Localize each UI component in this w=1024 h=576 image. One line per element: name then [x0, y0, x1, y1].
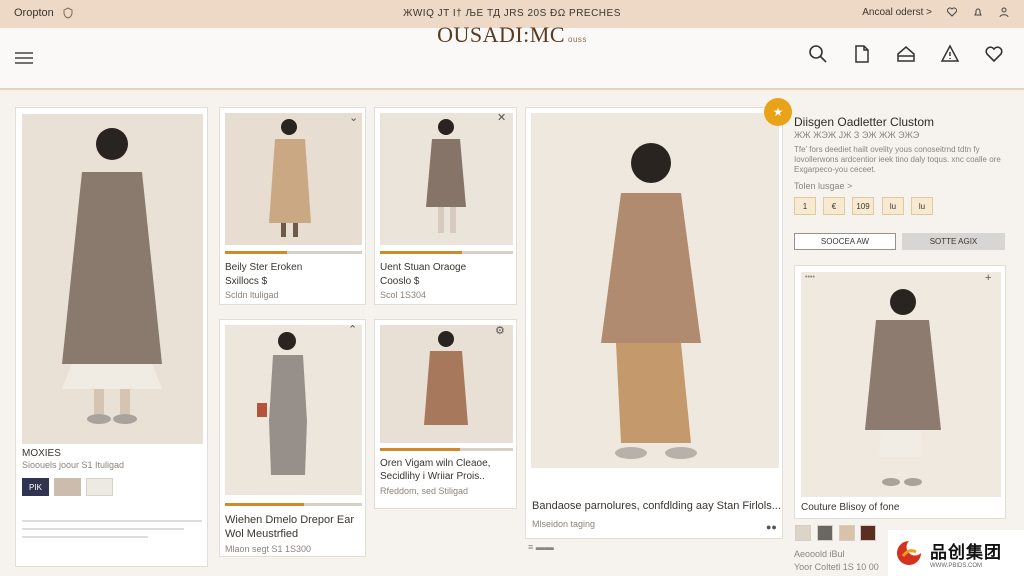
- featured-title[interactable]: Bandaose parnolures, confdlding aay Stan…: [532, 500, 781, 512]
- progress-bar: [380, 448, 513, 451]
- size-guide-link[interactable]: Tolen lusgae >: [794, 181, 852, 191]
- color-swatch[interactable]: [817, 525, 833, 541]
- product-status: Scol 1S304: [380, 290, 427, 300]
- image-tag: ••••: [805, 274, 815, 281]
- product-image[interactable]: [225, 113, 362, 245]
- watermark-icon: [897, 541, 921, 565]
- watermark-text: 品创集团: [930, 542, 1002, 562]
- product-title[interactable]: Oren Vigam wiln Cleaoe,: [380, 458, 490, 469]
- progress-bar: [380, 251, 513, 254]
- product-card[interactable]: ⌄ Beily Ster Eroken Sxillocs $ Scldn ltu…: [219, 107, 366, 305]
- close-icon[interactable]: ✕: [497, 111, 506, 124]
- product-subtitle: Sioouels joour S1 Ituligad: [22, 460, 125, 470]
- heart-icon[interactable]: [984, 44, 1004, 64]
- add-to-cart-button[interactable]: SOOCEA AW: [794, 233, 896, 250]
- detail-desc-2: Iovollerwons ardcentior ieek tino daly t…: [794, 155, 1001, 164]
- product-title[interactable]: MOXIES: [22, 448, 61, 459]
- more-icon[interactable]: ●●: [766, 522, 777, 532]
- progress-fill: [225, 503, 305, 506]
- featured-meta: ≡ ▬▬: [528, 542, 554, 552]
- product-image[interactable]: [380, 325, 513, 443]
- swatch-option[interactable]: [54, 478, 81, 496]
- product-price: Cooslo $: [380, 276, 420, 287]
- footer-line-2: Yoor Coltetl 1S 10 00: [794, 562, 879, 572]
- product-card[interactable]: MOXIES Sioouels joour S1 Ituligad PIK: [15, 107, 208, 567]
- detail-title: Diisgen Oadletter Clustom: [794, 115, 935, 129]
- featured-product-card[interactable]: Bandaose parnolures, confdlding aay Stan…: [525, 107, 783, 539]
- plus-icon[interactable]: +: [985, 272, 991, 284]
- related-product-card[interactable]: + •••• Couture Blisoy of fone: [794, 265, 1006, 519]
- bell-icon[interactable]: [972, 6, 984, 18]
- product-title[interactable]: Beily Ster Eroken: [225, 262, 302, 273]
- watermark-logo: 品创集团 WWW.PBIDS.COM: [888, 530, 1024, 576]
- product-status: Rfeddom, sed Stiligad: [380, 486, 469, 496]
- product-price: Mlaon segt S1 1S300: [225, 544, 312, 554]
- product-image[interactable]: [22, 114, 203, 444]
- search-icon[interactable]: [808, 44, 828, 64]
- product-description: [22, 514, 202, 558]
- product-title[interactable]: Wiehen Dmelo Drepor Ear: [225, 514, 354, 526]
- progress-fill: [380, 448, 460, 451]
- size-option[interactable]: €: [823, 197, 845, 215]
- color-swatch[interactable]: [795, 525, 811, 541]
- user-icon[interactable]: [998, 6, 1010, 18]
- size-option[interactable]: lu: [882, 197, 904, 215]
- featured-product-image[interactable]: [531, 113, 779, 468]
- detail-desc-3: Exgarpeco-you ceceet.: [794, 165, 876, 174]
- progress-fill: [380, 251, 463, 254]
- menu-icon[interactable]: [14, 50, 34, 66]
- footer-line-1: Aeooold iBul: [794, 549, 845, 559]
- size-option[interactable]: 109: [852, 197, 874, 215]
- favorite-badge[interactable]: ★: [764, 98, 792, 126]
- chevron-down-icon[interactable]: ⌄: [349, 111, 358, 124]
- product-status: Scldn ltuligad: [225, 290, 279, 300]
- settings-icon[interactable]: ⚙: [495, 324, 505, 337]
- product-card[interactable]: ✕ Uent Stuan Oraoge Cooslo $ Scol 1S304: [374, 107, 517, 305]
- warning-icon[interactable]: [940, 44, 960, 64]
- detail-subtitle: ЖЖ ЖЭЖ ЈЖ З ЭЖ ЖЖ ЭЖЭ: [794, 130, 920, 140]
- product-card[interactable]: ⚙ Oren Vigam wiln Cleaoe, Secidlihy i Wr…: [374, 319, 517, 509]
- featured-subtitle: Mlseidon taging: [532, 519, 596, 529]
- account-link[interactable]: Ancoal oderst >: [862, 7, 932, 18]
- size-option[interactable]: 1: [794, 197, 816, 215]
- topbar-left-label[interactable]: Oropton: [14, 7, 54, 19]
- progress-bar: [225, 503, 362, 506]
- document-icon[interactable]: [852, 44, 872, 64]
- progress-fill: [225, 251, 287, 254]
- heart-icon[interactable]: [946, 6, 958, 18]
- watermark-url: WWW.PBIDS.COM: [930, 562, 982, 569]
- color-swatch[interactable]: [839, 525, 855, 541]
- swatch-option[interactable]: PIK: [22, 478, 49, 496]
- product-price: Sxillocs $: [225, 276, 268, 287]
- color-swatch[interactable]: [860, 525, 876, 541]
- detail-desc-1: Tfe’ fors deediet hailt ovelity yous con…: [794, 145, 980, 154]
- progress-bar: [225, 251, 362, 254]
- product-image[interactable]: [380, 113, 513, 245]
- related-title[interactable]: Couture Blisoy of fone: [801, 502, 899, 513]
- product-subtitle: Wol Meustrfied: [225, 528, 299, 540]
- product-card[interactable]: ⌃ Wiehen Dmelo Drepor Ear Wol Meustrfied…: [219, 319, 366, 557]
- product-image[interactable]: [225, 325, 362, 495]
- secondary-button[interactable]: SOTTE AGIX: [902, 233, 1005, 250]
- chevron-up-icon[interactable]: ⌃: [348, 323, 357, 336]
- product-subtitle: Secidlihy i Wriiar Prois..: [380, 471, 485, 482]
- shield-icon[interactable]: [62, 7, 74, 19]
- product-title[interactable]: Uent Stuan Oraoge: [380, 262, 466, 273]
- size-option[interactable]: lu: [911, 197, 933, 215]
- related-product-image[interactable]: [801, 272, 1001, 497]
- home-icon[interactable]: [896, 44, 916, 64]
- swatch-option[interactable]: [86, 478, 113, 496]
